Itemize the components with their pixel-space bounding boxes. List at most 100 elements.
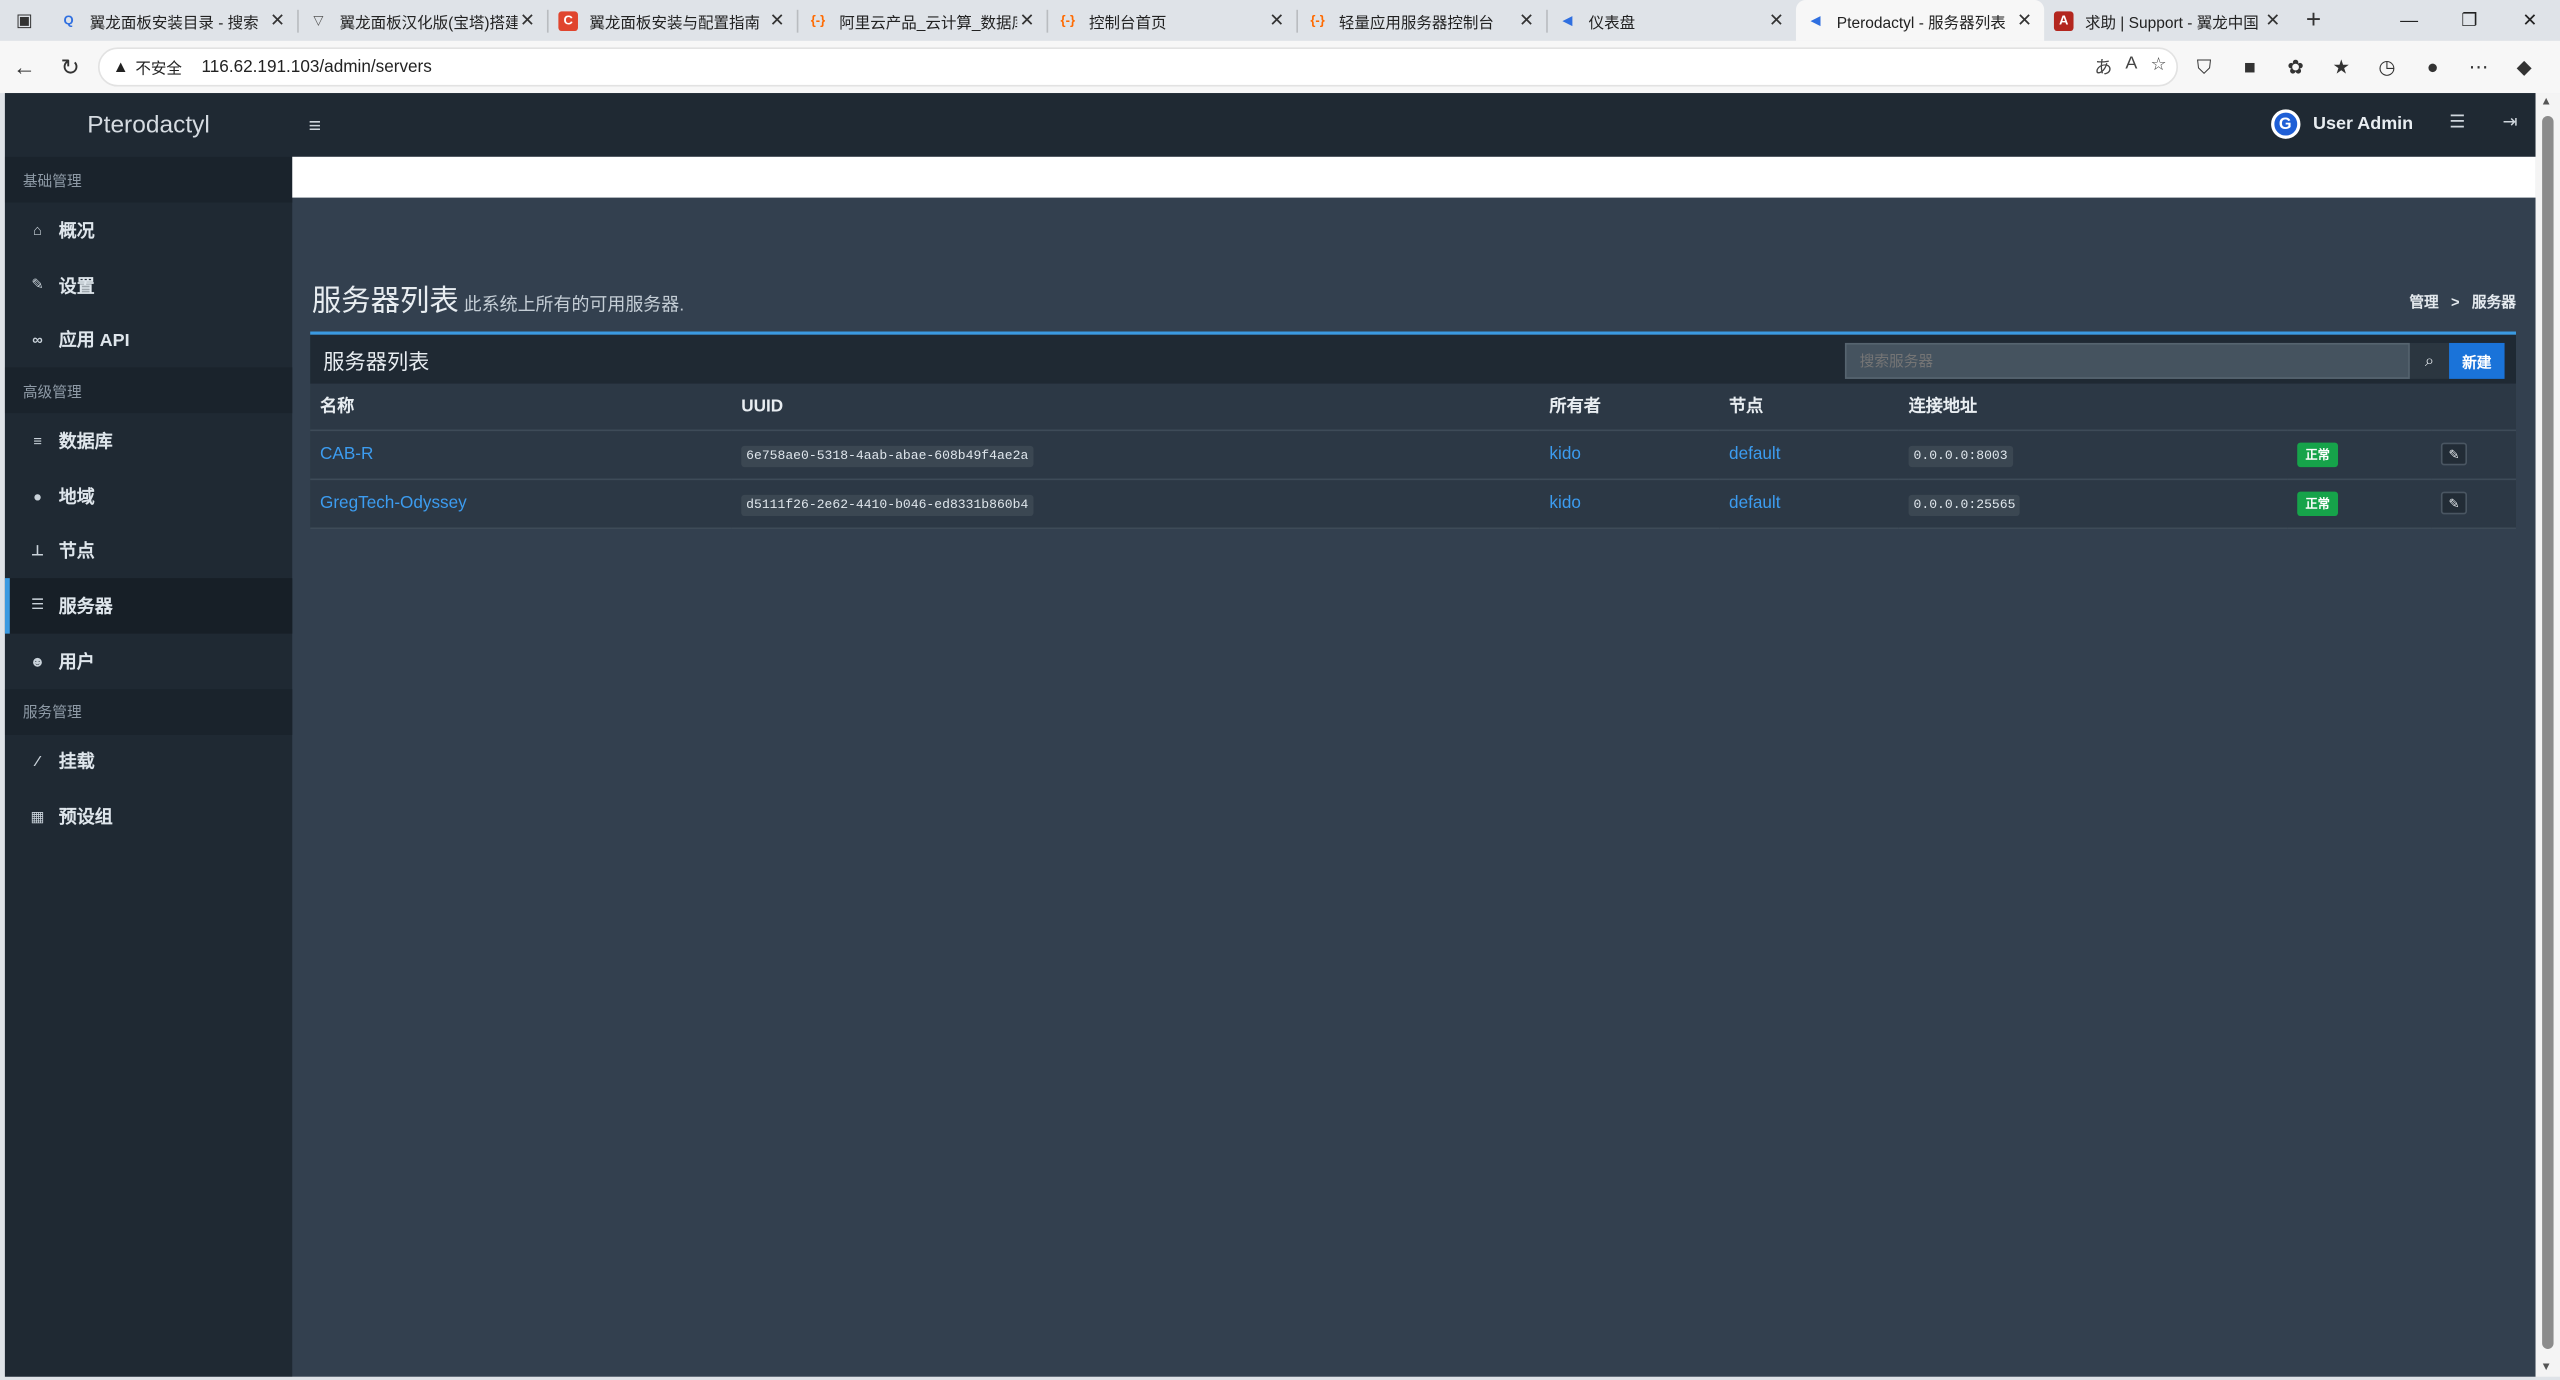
browser-tab[interactable]: {-} 阿里云产品_云计算_数据库 ✕ [798, 0, 1046, 41]
read-aloud-icon[interactable]: A [2125, 54, 2137, 80]
table-row: GregTech-Odyssey d5111f26-2e62-4410-b046-… [310, 478, 2516, 529]
browser-toolbar: ← ↻ ▲ 不安全 116.62.191.103/admin/servers あ… [0, 40, 2560, 94]
sidebar-item-label: 用户 [58, 652, 95, 673]
browser-tab[interactable]: Q 翼龙面板安装目录 - 搜索 ✕ [49, 0, 297, 41]
owner-link[interactable]: kido [1549, 444, 1580, 464]
browser-tab[interactable]: ◀ 仪表盘 ✕ [1548, 0, 1796, 41]
column-header-owner: 所有者 [1539, 383, 1720, 431]
new-tab-button[interactable]: + [2292, 6, 2334, 35]
scroll-up-icon[interactable]: ▲ [2540, 96, 2551, 107]
tab-close-icon[interactable]: ✕ [268, 10, 288, 31]
browser-tab[interactable]: C 翼龙面板安装与配置指南 ✕ [549, 0, 797, 41]
scrollbar-thumb[interactable] [2542, 115, 2554, 1349]
th-large-icon: ▦ [30, 807, 45, 824]
sidebar-item[interactable]: ☻ 用户 [5, 633, 292, 688]
tab-close-icon[interactable]: ✕ [1767, 10, 1787, 31]
favorite-star-icon[interactable]: ☆ [2150, 54, 2166, 80]
new-server-button[interactable]: 新建 [2449, 342, 2505, 379]
restore-icon[interactable]: ❐ [2439, 0, 2499, 41]
sidebar-item[interactable]: ≡ 数据库 [5, 413, 292, 468]
tab-title: 翼龙面板安装与配置指南 [589, 13, 761, 32]
manage-wrench-icon[interactable]: ✎ [2440, 491, 2468, 515]
close-window-icon[interactable]: ✕ [2500, 0, 2560, 41]
tab-close-icon[interactable]: ✕ [1017, 10, 1037, 31]
manage-wrench-icon[interactable]: ✎ [2440, 442, 2468, 466]
sidebar-item[interactable]: ∞ 应用 API [5, 313, 292, 368]
breadcrumb-admin[interactable]: 管理 [2409, 294, 2438, 310]
tab-favicon-icon: C [558, 10, 578, 31]
main-content: 服务器列表此系统上所有的可用服务器. 管理 > 服务器 服务器列表 ⌕ 新建 [292, 156, 2536, 1377]
servers-box-title: 服务器列表 [323, 348, 430, 374]
favorites-icon[interactable]: ★ [2322, 47, 2361, 86]
reload-icon[interactable]: ↻ [49, 46, 91, 88]
database-icon: ≡ [33, 432, 42, 449]
extensions-icon[interactable]: ✿ [2276, 47, 2315, 86]
scroll-down-icon[interactable]: ▼ [2540, 1362, 2551, 1373]
sidebar-item[interactable]: ⌂ 概况 [5, 203, 292, 258]
server-list-icon[interactable]: ☰ [2449, 111, 2465, 133]
servers-box: 服务器列表 ⌕ 新建 名称 UUID 所有者 节点 连接地 [310, 331, 2516, 529]
tab-actions-icon[interactable]: ▣ [0, 0, 49, 41]
servers-table-body: CAB-R 6e758ae0-5318-4aab-abae-608b49f4ae2… [310, 429, 2516, 529]
node-link[interactable]: default [1729, 493, 1780, 513]
tab-close-icon[interactable]: ✕ [1517, 10, 1537, 31]
node-link[interactable]: default [1729, 444, 1780, 464]
server-name-link[interactable]: CAB-R [320, 444, 373, 464]
copilot-icon[interactable]: ◆ [2505, 47, 2544, 86]
user-menu[interactable]: G User Admin [2270, 109, 2413, 139]
sidebar-toggle-icon[interactable]: ≡ [309, 113, 321, 137]
more-menu-icon[interactable]: ⋯ [2459, 47, 2498, 86]
tab-close-icon[interactable]: ✕ [1267, 10, 1287, 31]
sidebar-item[interactable]: ▦ 预设组 [5, 789, 292, 844]
browser-tab[interactable]: ◀ Pterodactyl - 服务器列表 ✕ [1795, 0, 2045, 41]
tab-favicon-icon: {-} [1310, 13, 1325, 28]
cell-uuid: 6e758ae0-5318-4aab-abae-608b49f4ae2a [731, 429, 1540, 480]
tab-close-icon[interactable]: ✕ [518, 10, 538, 31]
tab-title: 仪表盘 [1588, 13, 1636, 32]
tab-title: 求助 | Support - 翼龙中国 [2084, 13, 2259, 32]
table-row: CAB-R 6e758ae0-5318-4aab-abae-608b49f4ae2… [310, 429, 2516, 480]
history-icon[interactable]: ◷ [2367, 47, 2406, 86]
browser-tab[interactable]: A 求助 | Support - 翼龙中国 ✕ [2044, 0, 2292, 41]
sidebar-item[interactable]: ☰ 服务器 [4, 578, 293, 634]
tab-title: 阿里云产品_云计算_数据库 [839, 13, 1018, 32]
minimize-icon[interactable]: — [2379, 0, 2439, 41]
brand-logo[interactable]: Pterodactyl [5, 93, 292, 157]
server-name-link[interactable]: GregTech-Odyssey [320, 493, 467, 513]
owner-link[interactable]: kido [1549, 493, 1580, 513]
sidebar-item-label: 挂载 [58, 753, 95, 774]
address-bar-actions: あ A ☆ [2094, 54, 2166, 80]
extension-app-icon[interactable]: ■ [2230, 47, 2269, 86]
toolbar-actions: ⛉ ■ ✿ ★ ◷ ● ⋯ ◆ [2185, 47, 2544, 86]
page-title-text: 服务器列表 [311, 284, 459, 317]
tab-title: Pterodactyl - 服务器列表 [1836, 13, 2006, 32]
address-bar[interactable]: ▲ 不安全 116.62.191.103/admin/servers あ A ☆ [97, 47, 2179, 87]
cell-uuid: d5111f26-2e62-4410-b046-ed8331b860b4 [731, 478, 1540, 529]
column-header-address: 连接地址 [1898, 383, 2288, 431]
search-button[interactable]: ⌕ [2409, 342, 2450, 379]
search-input[interactable] [1844, 342, 2410, 379]
tab-close-icon[interactable]: ✕ [2015, 10, 2035, 31]
table-header-row: 名称 UUID 所有者 节点 连接地址 [310, 383, 2516, 431]
browser-tab[interactable]: {-} 控制台首页 ✕ [1048, 0, 1296, 41]
browser-tab[interactable]: ▽ 翼龙面板汉化版(宝塔)搭建 ✕ [299, 0, 547, 41]
url-text[interactable]: 116.62.191.103/admin/servers [202, 57, 432, 77]
profile-icon[interactable]: ● [2413, 47, 2452, 86]
translate-icon[interactable]: あ [2094, 54, 2112, 80]
logout-icon[interactable]: ⇥ [2503, 111, 2518, 133]
sidebar-item[interactable]: ● 地域 [5, 468, 292, 523]
sidebar-item[interactable]: ✎ 设置 [5, 258, 292, 313]
breadcrumb: 管理 > 服务器 [2409, 291, 2516, 312]
tab-favicon-icon: ◀ [1562, 13, 1573, 28]
sidebar-item[interactable]: ⊥ 节点 [5, 523, 292, 578]
page-scrollbar[interactable]: ▲ ▼ [2535, 93, 2560, 1377]
tab-close-icon[interactable]: ✕ [767, 10, 787, 31]
tab-favicon-icon: ▽ [313, 13, 324, 28]
insecure-label[interactable]: 不安全 [135, 56, 182, 78]
back-icon[interactable]: ← [3, 46, 45, 88]
sidebar-item[interactable]: ⁄ 挂载 [5, 734, 292, 789]
shield-icon[interactable]: ⛉ [2185, 47, 2224, 86]
browser-tab[interactable]: {-} 轻量应用服务器控制台 ✕ [1298, 0, 1546, 41]
tab-close-icon[interactable]: ✕ [2263, 10, 2283, 31]
tab-title: 轻量应用服务器控制台 [1338, 13, 1494, 32]
